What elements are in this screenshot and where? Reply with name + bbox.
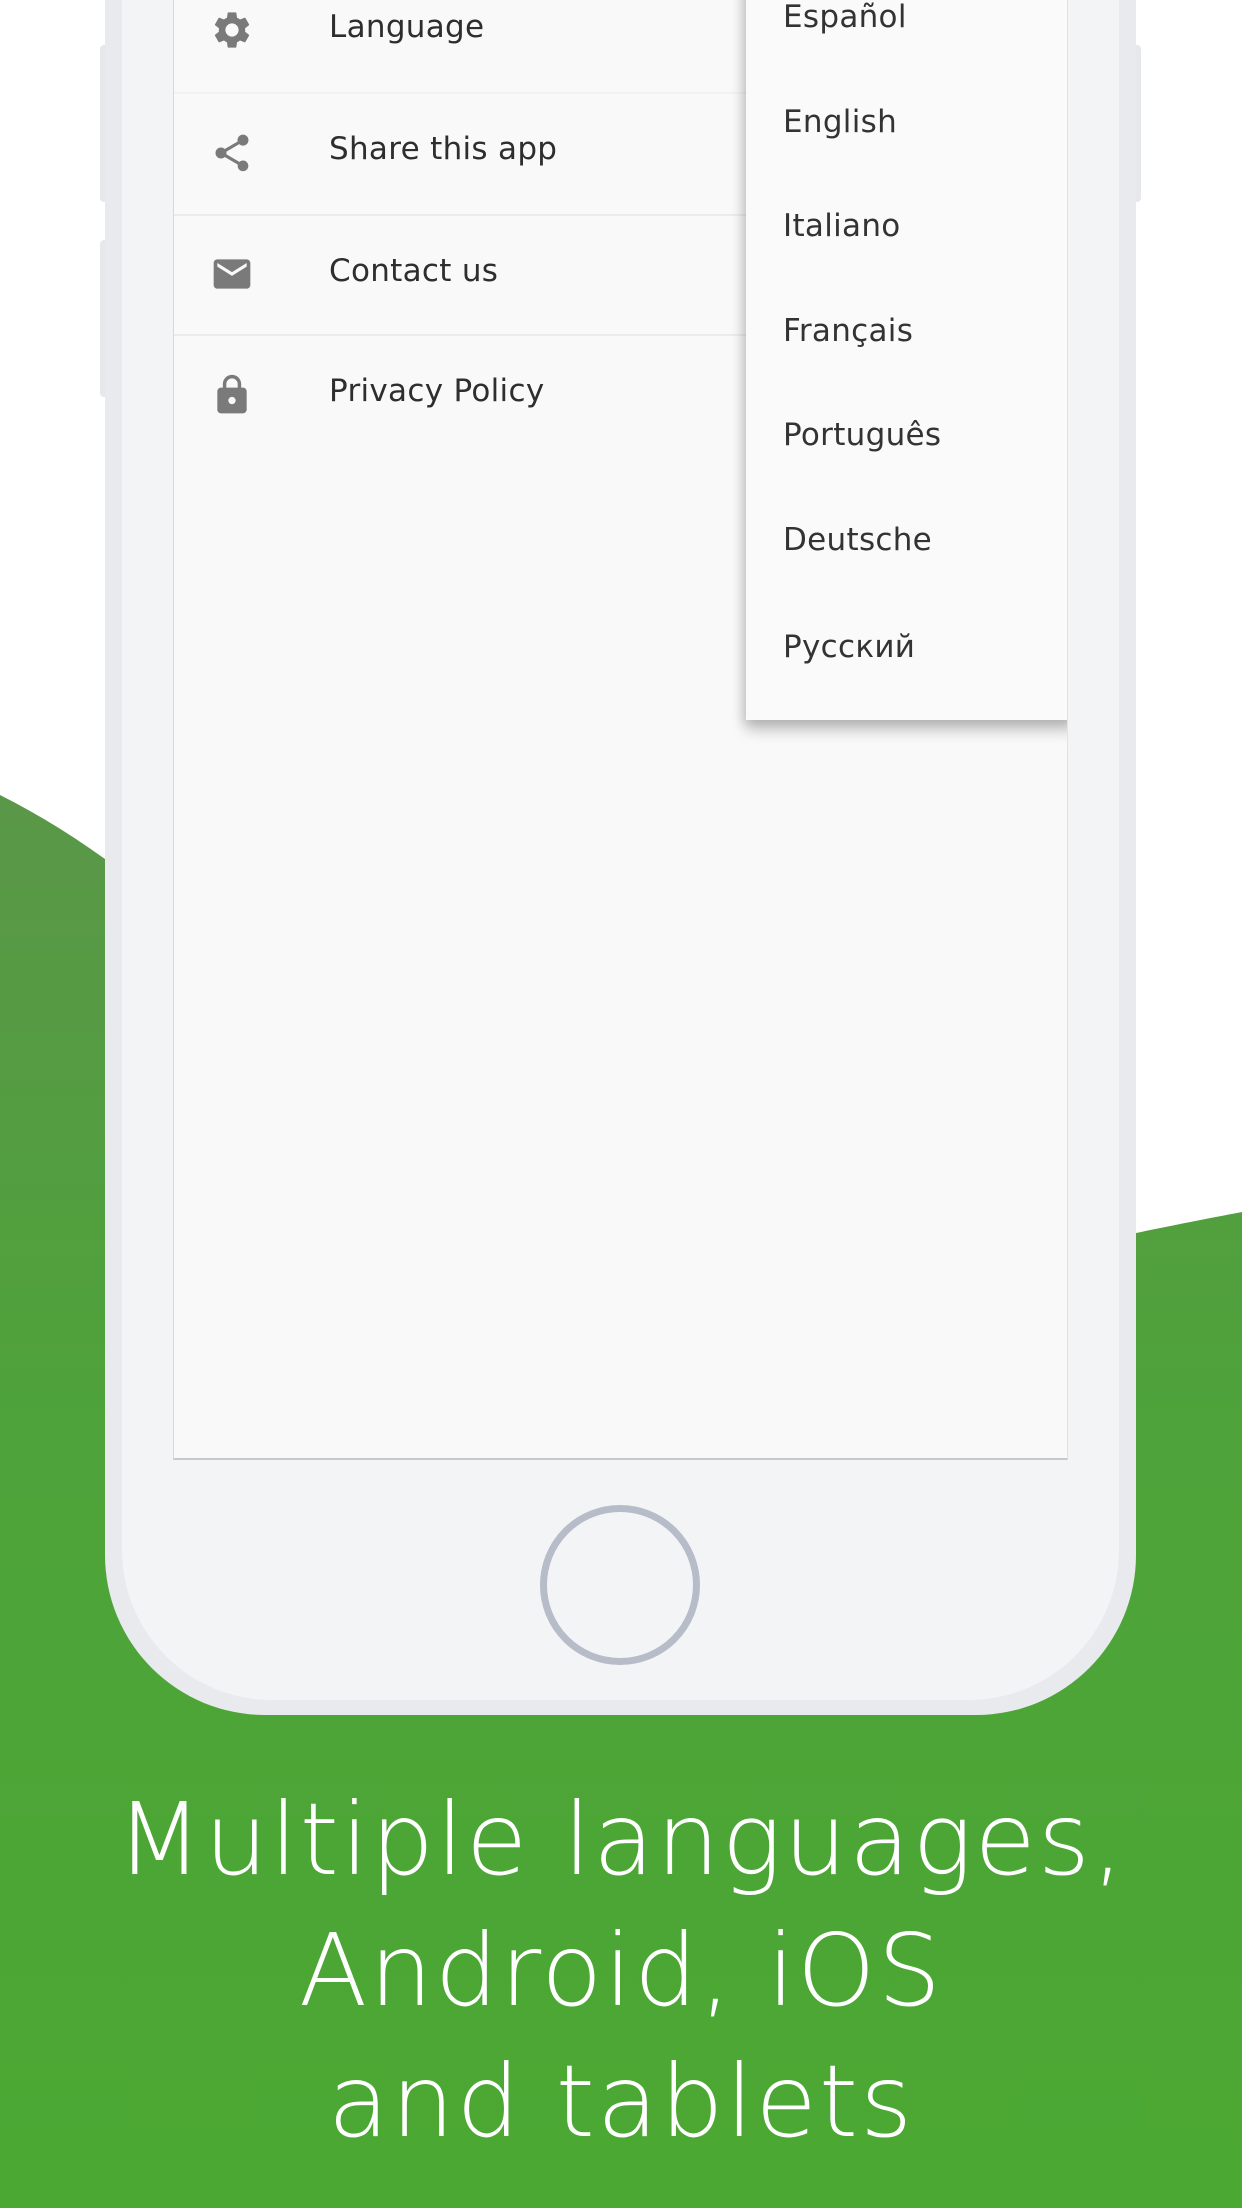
language-option-russian[interactable]: Русский — [783, 629, 915, 665]
lock-icon — [210, 370, 254, 414]
mail-icon — [210, 252, 254, 296]
language-option-francais[interactable]: Français — [783, 313, 913, 349]
menu-item-label: Language — [329, 9, 485, 45]
language-option-english[interactable]: English — [783, 104, 897, 140]
language-dropdown-menu: Español English Italiano Français Portug… — [746, 0, 1067, 720]
caption-line-1: Multiple languages, — [116, 1781, 1126, 1898]
home-button[interactable] — [540, 1505, 700, 1665]
caption-line-2: Android, iOS — [298, 1912, 944, 2029]
menu-item-label: Share this app — [329, 131, 558, 167]
language-option-deutsche[interactable]: Deutsche — [783, 522, 932, 558]
language-option-italiano[interactable]: Italiano — [783, 208, 901, 244]
gear-icon — [210, 8, 254, 52]
language-option-espanol[interactable]: Español — [783, 0, 907, 35]
share-icon — [210, 131, 254, 175]
caption-line-3: and tablets — [327, 2043, 915, 2160]
language-option-portugues[interactable]: Português — [783, 417, 941, 453]
menu-item-label: Privacy Policy — [329, 373, 545, 409]
menu-item-label: Contact us — [329, 253, 499, 289]
phone-screen: Language Share this app Contact us Priva… — [173, 0, 1068, 1460]
